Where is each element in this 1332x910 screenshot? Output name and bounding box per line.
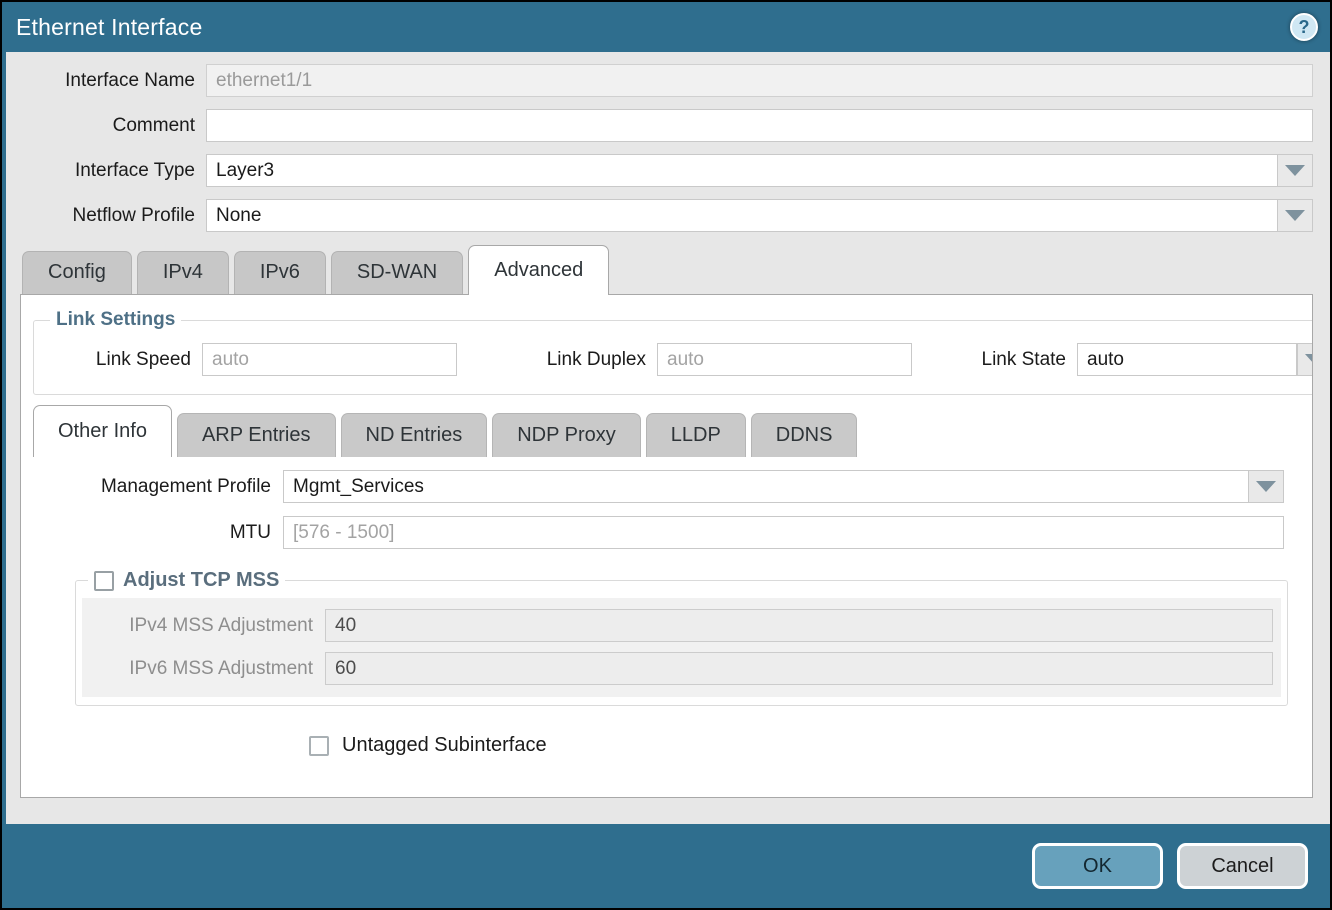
ipv4-mss-row: IPv4 MSS Adjustment [90, 609, 1273, 642]
ipv6-mss-label: IPv6 MSS Adjustment [90, 658, 325, 680]
chevron-down-icon [1285, 210, 1305, 221]
interface-type-select[interactable] [206, 154, 1313, 187]
ethernet-interface-dialog: Ethernet Interface ? Interface Name Comm… [2, 2, 1330, 908]
tab-other-info[interactable]: Other Info [33, 405, 172, 457]
link-duplex-field[interactable] [657, 343, 912, 376]
screen-frame: Ethernet Interface ? Interface Name Comm… [0, 0, 1332, 910]
chevron-down-icon [1285, 165, 1305, 176]
ipv6-mss-row: IPv6 MSS Adjustment [90, 652, 1273, 685]
ipv6-mss-field [325, 652, 1273, 685]
netflow-profile-value[interactable] [206, 199, 1277, 232]
advanced-tab-panel: Link Settings Link Speed Link Duplex Lin… [20, 294, 1313, 798]
netflow-profile-dropdown-button[interactable] [1277, 199, 1313, 232]
help-icon[interactable]: ? [1290, 13, 1318, 41]
link-state-dropdown-button[interactable] [1297, 343, 1313, 376]
tab-lldp[interactable]: LLDP [646, 413, 746, 457]
tab-advanced[interactable]: Advanced [468, 245, 609, 295]
interface-type-value[interactable] [206, 154, 1277, 187]
tab-ipv4[interactable]: IPv4 [137, 251, 229, 294]
comment-field[interactable] [206, 109, 1313, 142]
management-profile-select[interactable] [283, 470, 1284, 503]
ipv4-mss-label: IPv4 MSS Adjustment [90, 615, 325, 637]
tab-ndp-proxy[interactable]: NDP Proxy [492, 413, 641, 457]
tab-ddns[interactable]: DDNS [751, 413, 858, 457]
link-state-label: Link State [967, 349, 1077, 371]
mtu-label: MTU [35, 522, 283, 544]
adjust-tcp-mss-checkbox[interactable] [94, 571, 114, 591]
tab-ipv6[interactable]: IPv6 [234, 251, 326, 294]
chevron-down-icon [1305, 354, 1313, 365]
untagged-subinterface-row: Untagged Subinterface [309, 734, 1312, 757]
interface-type-label: Interface Type [14, 160, 206, 182]
management-profile-value[interactable] [283, 470, 1248, 503]
chevron-down-icon [1256, 481, 1276, 492]
management-profile-row: Management Profile [35, 470, 1284, 503]
mtu-row: MTU [35, 516, 1284, 549]
dialog-footer: OK Cancel [2, 824, 1330, 908]
tab-config[interactable]: Config [22, 251, 132, 294]
ipv4-mss-field [325, 609, 1273, 642]
link-state-value[interactable] [1077, 343, 1297, 376]
interface-name-row: Interface Name [14, 64, 1313, 97]
adjust-tcp-mss-legend: Adjust TCP MSS [88, 569, 285, 592]
inner-tabstrip: Other Info ARP Entries ND Entries NDP Pr… [21, 405, 1312, 457]
dialog-title: Ethernet Interface [16, 14, 202, 41]
link-settings-legend: Link Settings [50, 309, 181, 331]
tab-nd-entries[interactable]: ND Entries [341, 413, 488, 457]
untagged-subinterface-label: Untagged Subinterface [342, 734, 547, 757]
link-settings-fieldset: Link Settings Link Speed Link Duplex Lin… [33, 309, 1313, 395]
ok-button[interactable]: OK [1032, 843, 1163, 889]
tab-sdwan[interactable]: SD-WAN [331, 251, 463, 294]
interface-name-field [206, 64, 1313, 97]
mss-disabled-panel: IPv4 MSS Adjustment IPv6 MSS Adjustment [82, 598, 1281, 697]
netflow-profile-label: Netflow Profile [14, 205, 206, 227]
link-speed-label: Link Speed [44, 349, 202, 371]
interface-type-row: Interface Type [14, 154, 1313, 187]
link-speed-field[interactable] [202, 343, 457, 376]
netflow-profile-row: Netflow Profile [14, 199, 1313, 232]
interface-name-label: Interface Name [14, 70, 206, 92]
comment-row: Comment [14, 109, 1313, 142]
interface-type-dropdown-button[interactable] [1277, 154, 1313, 187]
dialog-titlebar: Ethernet Interface ? [2, 2, 1330, 52]
cancel-button[interactable]: Cancel [1177, 843, 1308, 889]
management-profile-label: Management Profile [35, 476, 283, 498]
adjust-tcp-mss-label: Adjust TCP MSS [123, 569, 279, 592]
link-state-select[interactable] [1077, 343, 1313, 376]
comment-label: Comment [14, 115, 206, 137]
adjust-tcp-mss-fieldset: Adjust TCP MSS IPv4 MSS Adjustment IPv6 … [75, 569, 1288, 706]
netflow-profile-select[interactable] [206, 199, 1313, 232]
dialog-body: Interface Name Comment Interface Type Ne… [6, 52, 1330, 824]
main-tabstrip: Config IPv4 IPv6 SD-WAN Advanced [6, 244, 1330, 294]
mtu-field[interactable] [283, 516, 1284, 549]
management-profile-dropdown-button[interactable] [1248, 470, 1284, 503]
untagged-subinterface-checkbox[interactable] [309, 736, 329, 756]
tab-arp-entries[interactable]: ARP Entries [177, 413, 336, 457]
link-settings-row: Link Speed Link Duplex Link State [44, 343, 1313, 376]
link-duplex-label: Link Duplex [497, 349, 657, 371]
